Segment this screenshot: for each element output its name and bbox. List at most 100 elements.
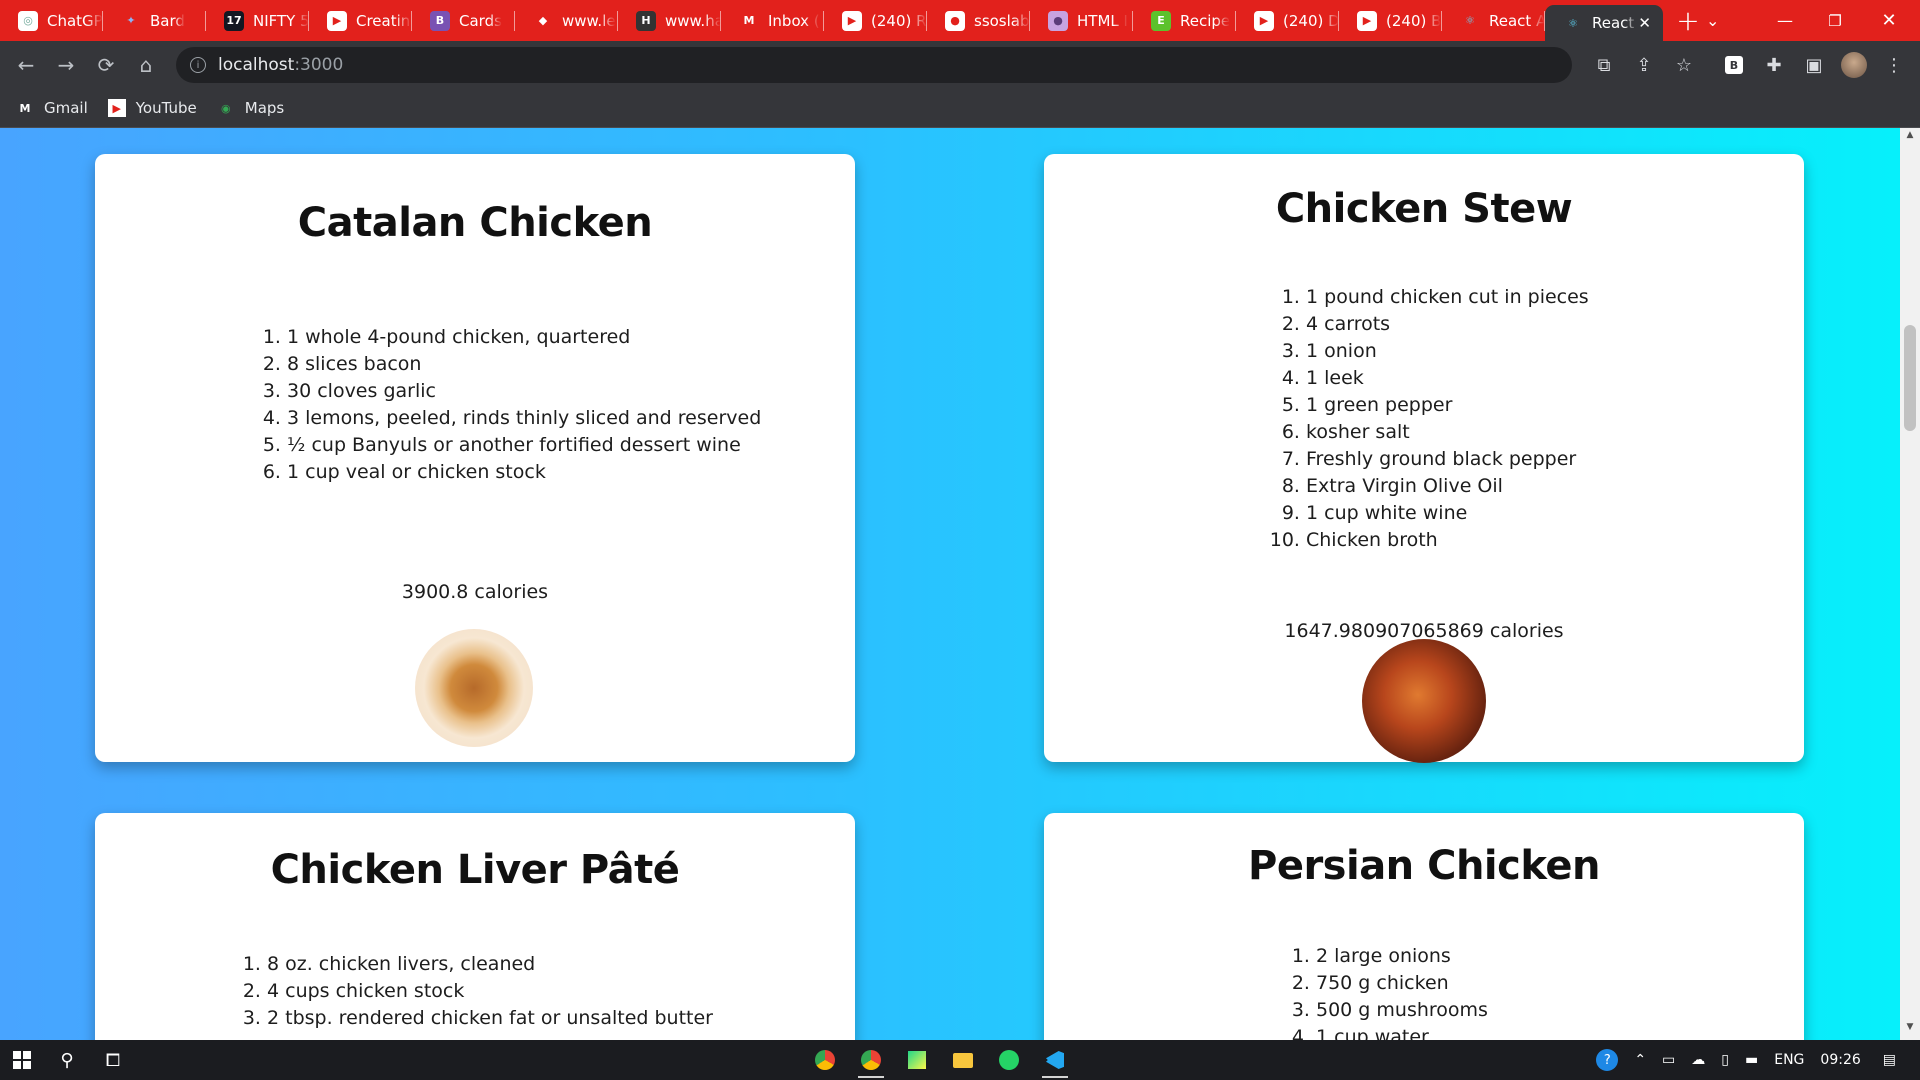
close-tab-icon[interactable]: ✕ xyxy=(1638,14,1651,32)
bookmark-star-icon[interactable]: ☆ xyxy=(1664,45,1704,85)
recipe-card: Chicken Stew 1 pound chicken cut in piec… xyxy=(1044,154,1804,763)
recipe-icon: E xyxy=(1151,10,1171,31)
ingredient-item: 3 lemons, peeled, rinds thinly sliced an… xyxy=(287,405,761,432)
bookmark-label: Maps xyxy=(244,99,285,117)
share-icon[interactable]: ⇪ xyxy=(1624,45,1664,85)
ingredient-list: 1 whole 4-pound chicken, quartered8 slic… xyxy=(265,324,761,486)
scrollbar-thumb[interactable] xyxy=(1904,325,1916,431)
extensions-puzzle-icon[interactable]: ✚ xyxy=(1754,45,1794,85)
browser-tab[interactable]: Hwww.ha xyxy=(618,0,721,41)
recipe-title: Persian Chicken xyxy=(1248,843,1600,889)
site-icon: H xyxy=(636,10,656,31)
language-indicator[interactable]: ENG xyxy=(1774,1052,1804,1068)
recipe-title: Chicken Stew xyxy=(1275,186,1573,232)
help-icon[interactable]: ? xyxy=(1596,1049,1619,1071)
meet-icon[interactable]: ▭ xyxy=(1662,1052,1675,1068)
recipe-title: Catalan Chicken xyxy=(297,200,653,246)
task-view-icon[interactable]: ⧠ xyxy=(90,1040,136,1080)
profile-avatar-icon[interactable] xyxy=(1834,45,1874,85)
browser-tab[interactable]: ✦ Bard xyxy=(103,0,206,41)
browser-tab-active[interactable]: ⚛ React App✕ xyxy=(1545,5,1663,41)
browser-tab[interactable]: ▶ (240) D xyxy=(1236,0,1339,41)
browser-tab[interactable]: ● ssoslab xyxy=(927,0,1030,41)
file-explorer-icon[interactable] xyxy=(940,1040,986,1080)
search-icon[interactable]: ⚲ xyxy=(44,1040,90,1080)
browser-tab[interactable]: ◆ www.le xyxy=(515,0,618,41)
open-in-app-icon[interactable]: ⧉ xyxy=(1584,45,1624,85)
ingredient-item: 4 carrots xyxy=(1306,311,1589,338)
forward-arrow-icon[interactable]: → xyxy=(46,45,86,85)
clock[interactable]: 09:26 xyxy=(1820,1052,1860,1068)
browser-tab[interactable]: 17 NIFTY 50 xyxy=(206,0,309,41)
onedrive-cloud-icon[interactable]: ☁ xyxy=(1691,1052,1705,1068)
url-host: localhost xyxy=(218,55,295,75)
restore-icon[interactable]: ❐ xyxy=(1820,0,1850,41)
vscode-icon[interactable] xyxy=(1032,1040,1078,1080)
ingredient-item: Chicken broth xyxy=(1306,527,1589,554)
bookmarks-bar: M Gmail ▶ YouTube ◉ Maps xyxy=(0,89,1920,128)
ingredient-list: 2 large onions750 g chicken500 g mushroo… xyxy=(1294,943,1488,1040)
ingredient-item: 1 cup white wine xyxy=(1306,500,1589,527)
tab-title: www.ha xyxy=(665,11,721,30)
tab-title: (240) D xyxy=(1283,11,1339,30)
chevron-up-icon[interactable]: ⌃ xyxy=(1634,1052,1646,1068)
bookmark-gmail[interactable]: M Gmail xyxy=(16,99,88,117)
side-panel-icon[interactable]: ▣ xyxy=(1794,45,1834,85)
ingredient-item: 1 onion xyxy=(1306,338,1589,365)
chatgpt-icon: ◎ xyxy=(18,10,38,31)
tab-title: ChatGPT xyxy=(47,11,103,30)
tab-title: Bard xyxy=(150,11,185,30)
whatsapp-icon[interactable] xyxy=(986,1040,1032,1080)
recipe-calories: 3900.8 calories xyxy=(401,581,549,603)
browser-tab[interactable]: ● HTML I xyxy=(1030,0,1133,41)
ingredient-item: 1 whole 4-pound chicken, quartered xyxy=(287,324,761,351)
ingredient-item: 1 cup water xyxy=(1316,1024,1488,1040)
notifications-icon[interactable]: ▤ xyxy=(1883,1052,1896,1068)
pycharm-icon[interactable] xyxy=(894,1040,940,1080)
bootstrap-extension-icon[interactable]: B xyxy=(1714,45,1754,85)
ingredient-list: 1 pound chicken cut in pieces4 carrots1 … xyxy=(1284,284,1589,554)
scroll-up-arrow-icon[interactable]: ▲ xyxy=(1900,130,1920,146)
bookmark-maps[interactable]: ◉ Maps xyxy=(217,99,284,117)
recipe-card: Persian Chicken 2 large onions750 g chic… xyxy=(1044,813,1804,1040)
tab-title: Cards xyxy=(459,11,502,30)
youtube-icon: ▶ xyxy=(107,99,126,117)
gmail-icon: M xyxy=(743,14,755,27)
recipe-card: Chicken Liver Pâté 8 oz. chicken livers,… xyxy=(95,813,855,1040)
browser-tab[interactable]: ▶ (240) R xyxy=(824,0,927,41)
windows-start-icon[interactable] xyxy=(0,1040,44,1080)
chrome-active-icon[interactable] xyxy=(848,1040,894,1080)
reload-icon[interactable]: ⟳ xyxy=(86,45,126,85)
tab-search-icon[interactable]: ⌄ xyxy=(1706,0,1730,41)
home-icon[interactable]: ⌂ xyxy=(126,45,166,85)
browser-tab[interactable]: M Inbox ( xyxy=(721,0,824,41)
address-bar[interactable]: i localhost:3000 xyxy=(176,47,1572,83)
browser-tab[interactable]: E Recipe xyxy=(1133,0,1236,41)
ingredient-list: 8 oz. chicken livers, cleaned4 cups chic… xyxy=(245,951,713,1032)
python-icon: ◆ xyxy=(538,14,548,27)
recipe-title: Chicken Liver Pâté xyxy=(270,847,680,893)
browser-tab[interactable]: ◎ ChatGPT xyxy=(0,0,103,41)
menu-kebab-icon[interactable]: ⋮ xyxy=(1874,45,1914,85)
network-icon[interactable]: ▯ xyxy=(1721,1052,1729,1068)
scroll-down-arrow-icon[interactable]: ▼ xyxy=(1900,1022,1920,1038)
browser-tab[interactable]: ⚛ React A xyxy=(1442,0,1545,41)
tab-title: (240) R xyxy=(871,11,927,30)
site-info-icon[interactable]: i xyxy=(190,57,206,73)
browser-tab[interactable]: ▶ (240) B xyxy=(1339,0,1442,41)
back-arrow-icon[interactable]: ← xyxy=(6,45,46,85)
browser-tab[interactable]: B Cards xyxy=(412,0,515,41)
close-window-icon[interactable]: ✕ xyxy=(1874,0,1904,41)
chrome-icon[interactable] xyxy=(802,1040,848,1080)
bookmark-youtube[interactable]: ▶ YouTube xyxy=(107,99,197,117)
avatar-icon: ● xyxy=(1048,10,1068,31)
minimize-icon[interactable]: — xyxy=(1770,0,1800,41)
recipe-card: Catalan Chicken 1 whole 4-pound chicken,… xyxy=(95,154,855,762)
browser-tab[interactable]: ▶ Creating xyxy=(309,0,412,41)
page-scrollbar[interactable]: ▲ ▼ xyxy=(1900,128,1920,1040)
recipe-image xyxy=(1362,639,1486,763)
youtube-icon: ▶ xyxy=(1357,10,1377,31)
ingredient-item: 8 oz. chicken livers, cleaned xyxy=(267,951,713,978)
tab-title: ssoslab xyxy=(974,11,1030,30)
battery-icon[interactable]: ▬ xyxy=(1745,1052,1758,1068)
